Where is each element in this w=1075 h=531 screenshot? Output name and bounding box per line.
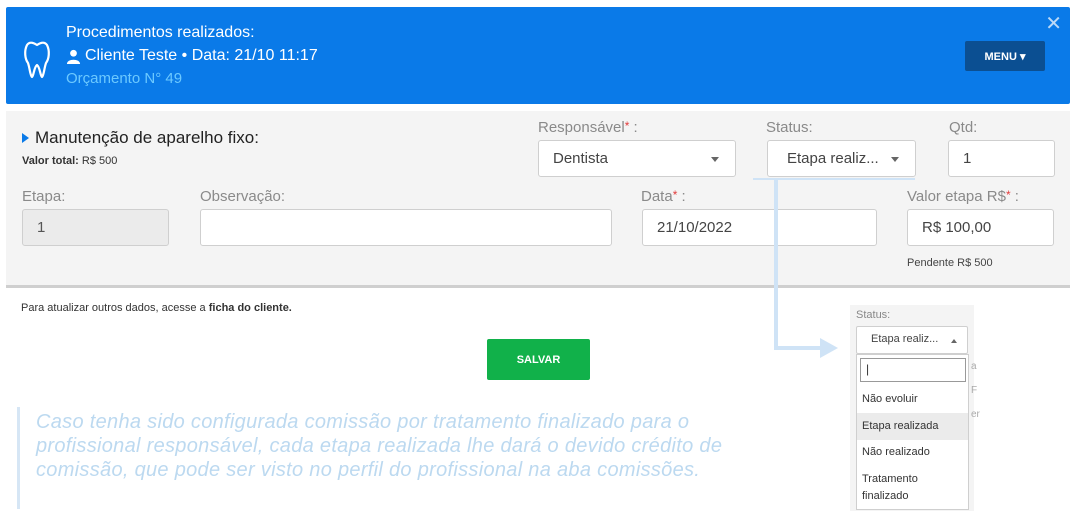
procedure-panel: Manutenção de aparelho fixo: Valor total… (6, 111, 1070, 288)
update-note: Para atualizar outros dados, acesse a fi… (21, 302, 292, 314)
chevron-up-icon (951, 339, 957, 343)
obs-label: Observação: (200, 188, 286, 205)
quote-bar (17, 407, 20, 509)
menu-button[interactable]: MENU ▾ (965, 41, 1045, 71)
ghost-text: er (971, 409, 980, 420)
status-label: Status: (766, 119, 813, 136)
callout-connector (774, 346, 824, 350)
valor-etapa-input[interactable]: R$ 100,00 (907, 209, 1054, 246)
save-button[interactable]: SALVAR (487, 339, 590, 380)
dropdown-option[interactable]: Etapa realizada (857, 413, 968, 440)
callout-connector (774, 180, 778, 350)
etapa-field: 1 (22, 209, 169, 246)
chevron-down-icon (711, 157, 719, 162)
zoom-status-label: Status: (856, 309, 891, 321)
valor-etapa-label: Valor etapa R$* : (907, 188, 1019, 205)
status-dropdown-zoom: Status: Etapa realiz... a F er | Não evo… (850, 305, 980, 511)
user-icon (66, 49, 81, 64)
qtd-label: Qtd: (949, 119, 978, 136)
quote-number[interactable]: Orçamento N° 49 (66, 70, 182, 87)
status-select[interactable]: Etapa realiz... (767, 140, 916, 177)
dropdown-option[interactable]: Não realizado (857, 444, 968, 461)
callout-text: Caso tenha sido configurada comissão por… (36, 411, 723, 481)
close-icon[interactable]: ✕ (1045, 11, 1062, 36)
arrow-right-icon (820, 338, 838, 358)
client-line: Cliente Teste • Data: 21/10 11:17 (85, 47, 318, 64)
ghost-text: a (971, 361, 977, 372)
modal-header: Procedimentos realizados: Cliente Teste … (6, 7, 1070, 104)
total-value: Valor total: R$ 500 (22, 155, 118, 167)
caret-right-icon (22, 133, 29, 143)
dropdown-option[interactable]: Não evoluir (857, 391, 968, 408)
dropdown-option[interactable]: Tratamento finalizado (857, 471, 937, 505)
dropdown-search-input[interactable]: | (860, 358, 966, 382)
procedure-title: Manutenção de aparelho fixo: (22, 128, 259, 148)
responsavel-select[interactable]: Dentista (538, 140, 736, 177)
modal-title: Procedimentos realizados: (66, 24, 255, 41)
qtd-input[interactable]: 1 (948, 140, 1055, 177)
status-dropdown-list: | Não evoluir Etapa realizada Não realiz… (856, 354, 969, 510)
client-info: Cliente Teste • Data: 21/10 11:17 (66, 47, 318, 65)
responsavel-label: Responsável* : (538, 119, 638, 136)
date-input[interactable]: 21/10/2022 (642, 209, 877, 246)
etapa-label: Etapa: (22, 188, 66, 205)
data-label: Data* : (641, 188, 686, 205)
chevron-down-icon (891, 157, 899, 162)
zoom-status-select[interactable]: Etapa realiz... (856, 326, 968, 354)
ghost-text: F (971, 385, 978, 396)
tooth-icon (24, 41, 50, 79)
pending-value: Pendente R$ 500 (907, 257, 993, 269)
obs-input[interactable] (200, 209, 612, 246)
client-record-link[interactable]: ficha do cliente. (209, 302, 292, 314)
